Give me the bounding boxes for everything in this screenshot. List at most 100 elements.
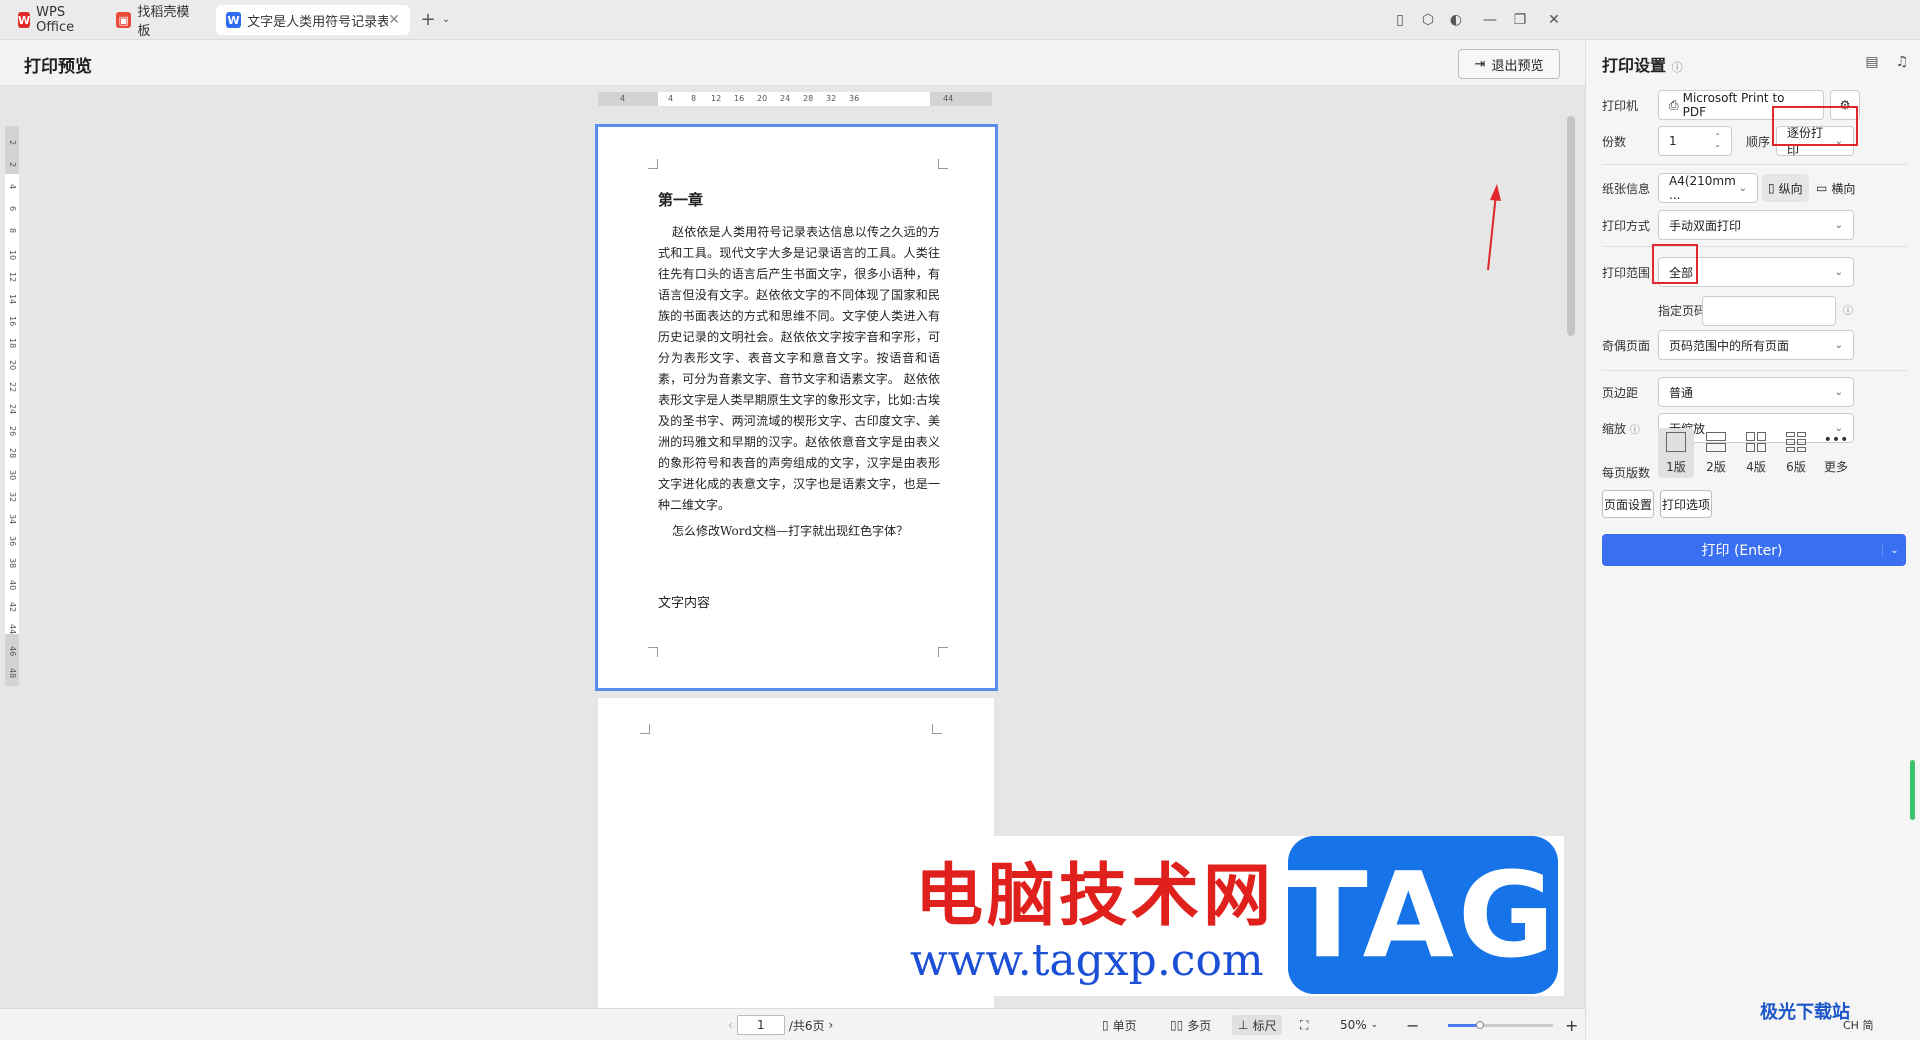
- layout-6-per-page[interactable]: 6版: [1778, 428, 1814, 478]
- copies-stepper[interactable]: 1 ⌃ ⌄: [1658, 126, 1732, 156]
- vertical-scrollbar[interactable]: [1566, 106, 1576, 1006]
- horizontal-ruler[interactable]: 4 4 8 12 16 20 24 28 32 36 44: [598, 92, 992, 106]
- annotation-arrow: [1487, 184, 1501, 271]
- exit-preview-label: 退出预览: [1491, 58, 1544, 74]
- zoom-slider-handle[interactable]: [1475, 1021, 1484, 1029]
- layout-label: 更多: [1823, 460, 1848, 474]
- ruler-tick: 8: [691, 94, 697, 103]
- ruler-tick: 36: [849, 94, 860, 103]
- ruler-tick: 16: [8, 316, 17, 327]
- restore-icon[interactable]: ❐: [1510, 10, 1530, 30]
- layout-more[interactable]: ••• 更多: [1818, 428, 1854, 478]
- ruler-tick: 36: [8, 536, 17, 547]
- ruler-tick: 34: [8, 514, 17, 525]
- panel-layout-icon[interactable]: ▤: [1862, 52, 1882, 72]
- exit-preview-button[interactable]: ⇥ 退出预览: [1458, 49, 1560, 79]
- landscape-button[interactable]: ▭ 横向: [1810, 174, 1861, 202]
- ime-indicator[interactable]: CH 简: [1843, 1017, 1873, 1033]
- ruler-tick: 12: [8, 272, 17, 283]
- divider: [1602, 246, 1907, 247]
- scrollbar-thumb[interactable]: [1567, 116, 1575, 336]
- watermark-tag-logo: TAG: [1287, 836, 1558, 994]
- layout-1-icon: [1666, 432, 1686, 452]
- close-tab-icon[interactable]: ✕: [388, 12, 400, 28]
- margin-corner: [648, 159, 658, 169]
- ruler-tick: 30: [8, 470, 17, 481]
- zoom-slider[interactable]: [1448, 1021, 1553, 1029]
- new-tab-icon[interactable]: +: [418, 10, 438, 30]
- page-number-input[interactable]: 1: [736, 1015, 785, 1035]
- margin-corner: [648, 647, 658, 657]
- help-icon[interactable]: ⓘ: [1630, 425, 1640, 436]
- layout-4-per-page[interactable]: 4版: [1738, 428, 1774, 478]
- layout-4-icon: [1746, 432, 1766, 452]
- layout-icon[interactable]: ▯: [1390, 10, 1410, 30]
- chevron-down-icon[interactable]: ⌄: [436, 10, 456, 30]
- docer-logo-icon: ▣: [116, 12, 132, 28]
- single-page-label: 单页: [1112, 1018, 1137, 1033]
- odd-even-value: 页码范围中的所有页面: [1669, 338, 1790, 353]
- single-page-button[interactable]: ▯ 单页: [1102, 1015, 1137, 1035]
- prev-page-icon[interactable]: ‹: [728, 1018, 733, 1032]
- cube-icon[interactable]: ⬡: [1418, 10, 1438, 30]
- portrait-button[interactable]: ▯ 纵向: [1762, 174, 1809, 202]
- ruler-tick: 2: [8, 162, 17, 168]
- vertical-ruler[interactable]: 2 2 4 6 8 10 12 14 16 18 20 22 24 26 28 30 32 34 36 38 40 42 4…: [5, 126, 19, 686]
- ruler-toggle-button[interactable]: ⊥ 标尺: [1232, 1015, 1283, 1035]
- tab-document[interactable]: W 文字是人类用符号记录表达信息以 ✕: [216, 5, 410, 35]
- fit-page-icon[interactable]: ⛶: [1300, 1015, 1308, 1035]
- print-button[interactable]: 打印 (Enter) ⌄: [1602, 534, 1906, 566]
- chevron-down-icon[interactable]: ⌄: [1882, 544, 1906, 556]
- tab-wps-office[interactable]: W WPS Office: [8, 5, 100, 35]
- layout-2-per-page[interactable]: 2版: [1698, 428, 1734, 478]
- chevron-down-icon: ⌄: [1834, 386, 1843, 398]
- portrait-label: 纵向: [1778, 181, 1803, 196]
- paper-value: A4(210mm ...: [1669, 174, 1736, 202]
- zoom-in-icon[interactable]: +: [1565, 1015, 1578, 1035]
- ruler-tick: 4: [620, 94, 626, 103]
- multi-page-icon: ▯▯: [1170, 1018, 1184, 1032]
- portrait-icon: ▯: [1768, 181, 1775, 195]
- panel-title-text: 打印设置: [1602, 56, 1667, 75]
- layout-label: 1版: [1666, 460, 1686, 474]
- margin-value: 普通: [1669, 385, 1694, 400]
- specified-pages-input[interactable]: [1702, 296, 1836, 326]
- zoom-select[interactable]: 50% ⌄: [1340, 1015, 1378, 1035]
- help-icon[interactable]: ⓘ: [1843, 302, 1853, 317]
- paper-select[interactable]: A4(210mm ... ⌄: [1658, 173, 1758, 203]
- zoom-out-icon[interactable]: −: [1406, 1015, 1419, 1035]
- ruler-tick: 26: [8, 426, 17, 437]
- layout-1-per-page[interactable]: 1版: [1658, 428, 1694, 478]
- chevron-down-icon: ⌄: [1834, 339, 1843, 351]
- ruler-icon: ⊥: [1238, 1018, 1249, 1032]
- minimize-icon[interactable]: —: [1480, 10, 1500, 30]
- margin-label: 页边距: [1602, 386, 1639, 400]
- preview-page-1[interactable]: 第一章 赵依依是人类用符号记录表达信息以传之久远的方式和工具。现代文字大多是记录…: [595, 124, 998, 691]
- avatar[interactable]: ◐: [1446, 10, 1466, 30]
- help-icon[interactable]: ⓘ: [1672, 61, 1683, 74]
- odd-even-select[interactable]: 页码范围中的所有页面 ⌄: [1658, 330, 1854, 360]
- order-label: 顺序: [1746, 135, 1771, 149]
- print-options-button[interactable]: 打印选项: [1660, 490, 1712, 518]
- print-mode-select[interactable]: 手动双面打印 ⌄: [1658, 210, 1854, 240]
- copies-value: 1: [1669, 134, 1677, 148]
- headset-icon[interactable]: ♫: [1892, 52, 1912, 72]
- chevron-down-icon: ⌄: [1738, 182, 1747, 194]
- margin-select[interactable]: 普通 ⌄: [1658, 377, 1854, 407]
- stepper-arrows-icon[interactable]: ⌃ ⌄: [1714, 133, 1721, 149]
- scale-label: 缩放 ⓘ: [1602, 420, 1640, 437]
- next-page-icon[interactable]: ›: [829, 1018, 834, 1032]
- layout-6-icon: [1786, 432, 1806, 452]
- page-total: /共6页: [788, 1018, 825, 1033]
- highlight-box-range: [1652, 244, 1698, 284]
- single-page-icon: ▯: [1102, 1018, 1109, 1032]
- ruler-tick: 4: [8, 184, 17, 190]
- page-navigator: ‹ 1 /共6页 ›: [728, 1015, 833, 1035]
- multi-page-button[interactable]: ▯▯ 多页: [1170, 1015, 1211, 1035]
- print-button-label: 打印 (Enter): [1701, 543, 1783, 559]
- page-setup-button[interactable]: 页面设置: [1602, 490, 1654, 518]
- tab-templates[interactable]: ▣ 找稻壳模板: [106, 5, 210, 39]
- window-close-icon[interactable]: ✕: [1544, 10, 1564, 30]
- ruler-tick: 12: [711, 94, 722, 103]
- tab-bar: W WPS Office ▣ 找稻壳模板 W 文字是人类用符号记录表达信息以 ✕…: [0, 0, 1920, 40]
